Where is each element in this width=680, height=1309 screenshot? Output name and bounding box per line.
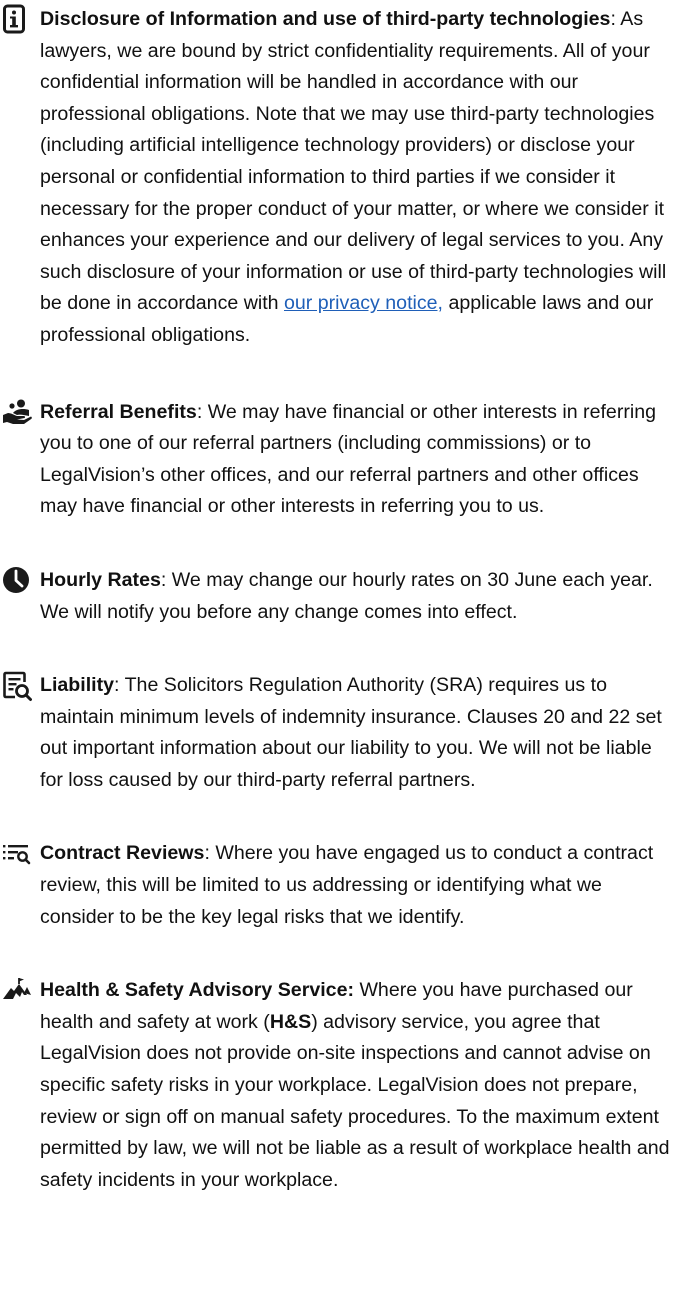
hourly-heading: Hourly Rates	[40, 568, 161, 591]
contract-text: Contract Reviews: Where you have engaged…	[40, 838, 674, 933]
section-hourly: Hourly Rates: We may change our hourly r…	[0, 565, 674, 628]
mountain-flag-icon	[0, 975, 40, 1005]
hand-person-icon	[0, 397, 40, 427]
document-search-icon	[0, 670, 40, 702]
clock-icon	[0, 565, 40, 595]
health-safety-body: ) advisory service, you agree that Legal…	[40, 1010, 670, 1191]
privacy-notice-link[interactable]: our privacy notice,	[284, 292, 443, 314]
disclosure-heading: Disclosure of Information and use of thi…	[40, 8, 611, 30]
disclosure-text: Disclosure of Information and use of thi…	[40, 4, 674, 352]
hourly-text: Hourly Rates: We may change our hourly r…	[40, 565, 674, 628]
health-safety-text: Health & Safety Advisory Service: Where …	[40, 975, 674, 1196]
health-safety-heading: Health & Safety Advisory Service:	[40, 979, 354, 1002]
section-health-safety: Health & Safety Advisory Service: Where …	[0, 975, 674, 1196]
section-contract: Contract Reviews: Where you have engaged…	[0, 838, 674, 933]
liability-body: : The Solicitors Regulation Authority (S…	[40, 674, 662, 791]
section-liability: Liability: The Solicitors Regulation Aut…	[0, 670, 674, 796]
list-search-icon	[0, 838, 40, 868]
disclosure-body: : As lawyers, we are bound by strict con…	[40, 8, 667, 315]
liability-heading: Liability	[40, 674, 115, 697]
section-referral: Referral Benefits: We may have financial…	[0, 397, 674, 523]
health-safety-abbr: H&S	[269, 1010, 312, 1033]
contract-heading: Contract Reviews	[40, 842, 205, 865]
referral-heading: Referral Benefits	[40, 400, 197, 423]
liability-text: Liability: The Solicitors Regulation Aut…	[40, 670, 674, 796]
info-icon	[0, 4, 40, 34]
referral-text: Referral Benefits: We may have financial…	[40, 397, 674, 523]
section-disclosure: Disclosure of Information and use of thi…	[0, 4, 674, 352]
terms-page: Disclosure of Information and use of thi…	[0, 4, 680, 1309]
